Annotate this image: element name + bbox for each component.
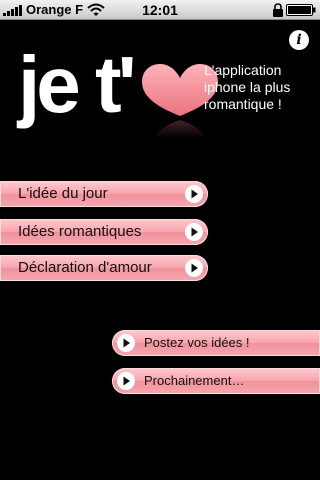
postez-vos-idees-label: Postez vos idées ! [144, 335, 250, 350]
idees-romantiques-label: Idées romantiques [18, 223, 142, 240]
tagline: L'application iphone la plus romantique … [204, 62, 291, 112]
play-icon [185, 223, 203, 241]
idee-du-jour-label: L'idée du jour [18, 185, 108, 202]
play-icon [185, 185, 203, 203]
app-logo: je t' [18, 40, 218, 140]
play-icon [117, 334, 135, 352]
postez-vos-idees-button[interactable]: Postez vos idées ! [112, 330, 320, 356]
lock-icon [273, 3, 283, 17]
play-icon [185, 259, 203, 277]
prochainement-label: Prochainement… [144, 373, 245, 388]
info-icon[interactable]: i [289, 30, 309, 50]
idee-du-jour-button[interactable]: L'idée du jour [0, 181, 208, 207]
battery-icon [286, 4, 316, 16]
declaration-amour-label: Déclaration d'amour [18, 259, 152, 276]
play-icon [117, 372, 135, 390]
status-bar: Orange F 12:01 [0, 0, 320, 20]
idees-romantiques-button[interactable]: Idées romantiques [0, 219, 208, 245]
declaration-amour-button[interactable]: Déclaration d'amour [0, 255, 208, 281]
prochainement-button[interactable]: Prochainement… [112, 368, 320, 394]
logo-text: je t' [18, 40, 137, 129]
